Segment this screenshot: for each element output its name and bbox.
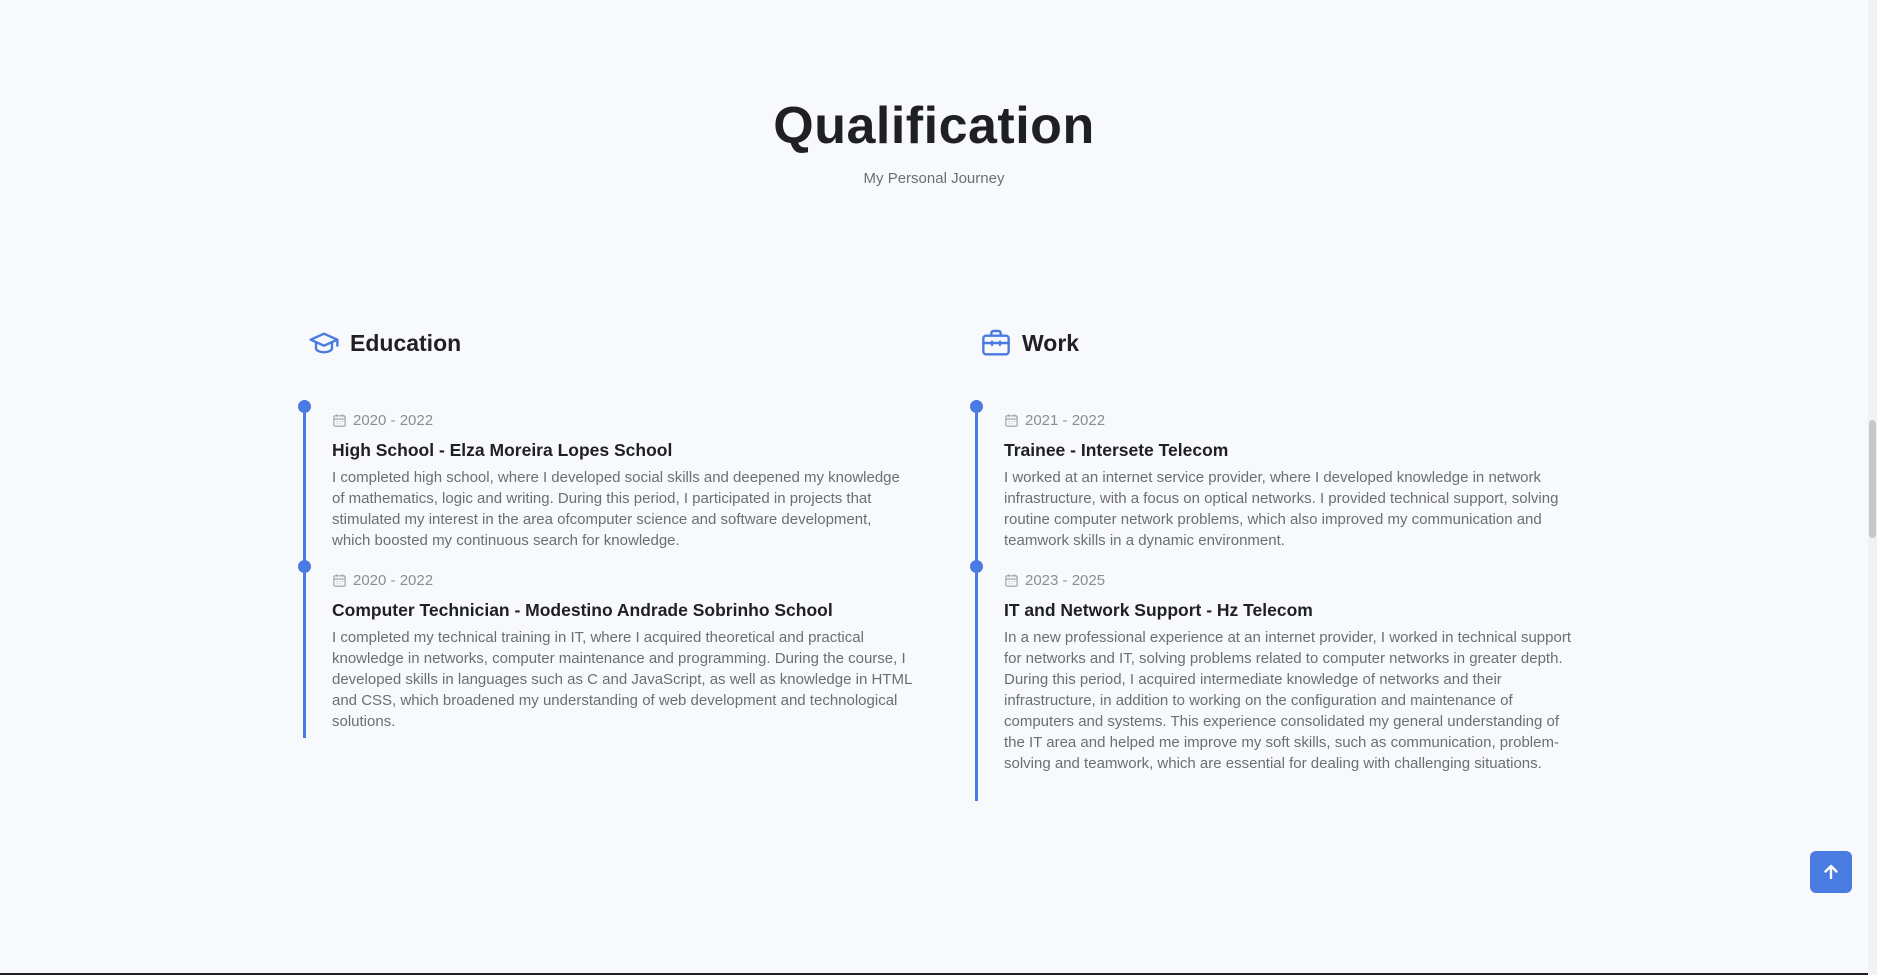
timeline-title: Computer Technician - Modestino Andrade …	[332, 600, 833, 620]
timeline-content: 2020 - 2022 Computer Technician - Modest…	[332, 570, 912, 732]
arrow-up-icon	[1824, 864, 1838, 880]
education-column: Education 2020 - 2022 High School - Elza	[298, 326, 928, 738]
work-column: Work 2021 - 2022 Trainee - Intersete Tel…	[970, 326, 1600, 801]
education-heading: Education	[350, 329, 462, 356]
timeline-title: Trainee - Intersete Telecom	[1004, 440, 1229, 460]
timeline-title: IT and Network Support - Hz Telecom	[1004, 600, 1313, 620]
page-viewport: Qualification My Personal Journey Educat…	[0, 0, 1868, 973]
calendar-icon	[333, 573, 346, 587]
work-heading: Work	[1022, 329, 1080, 356]
calendar-icon	[333, 413, 346, 427]
timeline-date: 2020 - 2022	[332, 570, 912, 590]
graduation-cap-icon	[309, 332, 339, 354]
timeline-date: 2021 - 2022	[1004, 410, 1584, 430]
education-header: Education	[308, 326, 928, 360]
scrollbar-thumb[interactable]	[1869, 420, 1876, 538]
work-header: Work	[980, 326, 1600, 360]
date-text: 2020 - 2022	[353, 571, 434, 589]
back-to-top-button[interactable]	[1810, 851, 1852, 893]
timeline-content: 2023 - 2025 IT and Network Support - Hz …	[1004, 570, 1584, 774]
timeline-date: 2023 - 2025	[1004, 570, 1584, 590]
section-title: Qualification	[773, 97, 1095, 155]
date-text: 2023 - 2025	[1025, 571, 1106, 589]
timeline-dot	[298, 560, 311, 573]
timeline-line	[975, 400, 978, 801]
calendar-icon	[1005, 413, 1018, 427]
timeline-content: 2020 - 2022 High School - Elza Moreira L…	[332, 410, 912, 551]
timeline-dot	[298, 400, 311, 413]
section-subtitle: My Personal Journey	[863, 170, 1005, 187]
timeline-description: I completed high school, where I develop…	[332, 469, 900, 549]
timeline-content: 2021 - 2022 Trainee - Intersete Telecom …	[1004, 410, 1584, 551]
timeline-date: 2020 - 2022	[332, 410, 912, 430]
timeline-title: High School - Elza Moreira Lopes School	[332, 440, 673, 460]
vertical-scrollbar[interactable]	[1868, 0, 1877, 975]
briefcase-icon	[982, 329, 1010, 356]
timeline-dot	[970, 560, 983, 573]
calendar-icon	[1005, 573, 1018, 587]
timeline-description: In a new professional experience at an i…	[1004, 629, 1571, 772]
timeline-description: I completed my technical training in IT,…	[332, 629, 912, 730]
date-text: 2021 - 2022	[1025, 411, 1106, 429]
date-text: 2020 - 2022	[353, 411, 434, 429]
timeline-description: I worked at an internet service provider…	[1004, 469, 1559, 549]
timeline-dot	[970, 400, 983, 413]
